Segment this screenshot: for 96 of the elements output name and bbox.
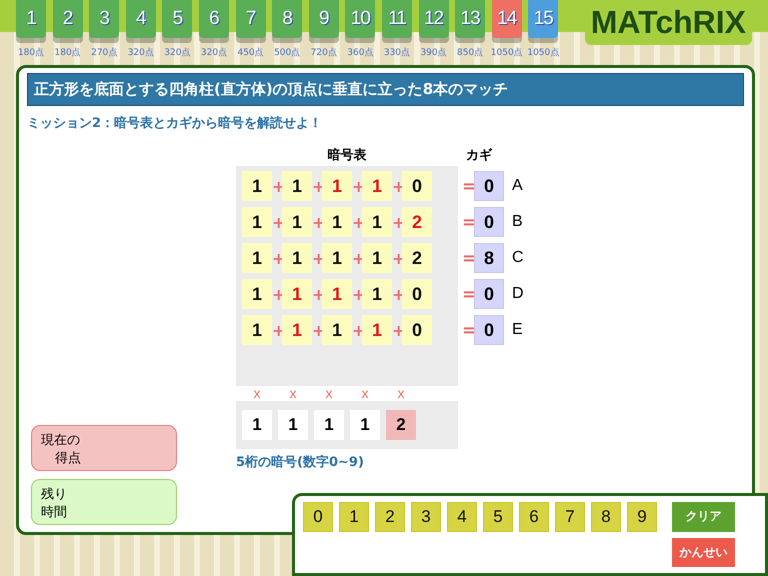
key-heading: カギ bbox=[466, 147, 492, 165]
cipher-cell: 1 bbox=[282, 207, 312, 237]
level-points: 500点 bbox=[274, 46, 300, 59]
digit-key[interactable]: 2 bbox=[375, 502, 405, 532]
level-tab[interactable]: 4 bbox=[126, 0, 156, 38]
level-points: 360点 bbox=[347, 46, 374, 59]
cipher-cell: 1 bbox=[362, 207, 392, 237]
cipher-cell: 2 bbox=[402, 207, 432, 237]
level-tab[interactable]: 14 bbox=[492, 0, 522, 38]
cipher-cell: 1 bbox=[242, 243, 272, 273]
level-points: 320点 bbox=[164, 46, 190, 59]
level-points: 330点 bbox=[384, 46, 410, 59]
cipher-cell: 1 bbox=[322, 171, 352, 201]
level-tab[interactable]: 15 bbox=[528, 0, 558, 38]
digit-key[interactable]: 8 bbox=[591, 502, 621, 532]
level-tab[interactable]: 3 bbox=[89, 0, 120, 38]
answer-digit[interactable]: 1 bbox=[242, 410, 272, 440]
row-label: A bbox=[512, 177, 523, 195]
level-tab[interactable]: 8 bbox=[272, 0, 302, 38]
cipher-cell: 1 bbox=[282, 243, 312, 273]
level-points: 1050点 bbox=[490, 46, 523, 59]
level-tab[interactable]: 6 bbox=[198, 0, 229, 38]
level-points: 850点 bbox=[457, 46, 484, 59]
mission-text: ミッション2：暗号表とカギから暗号を解読せよ！ bbox=[27, 114, 324, 132]
level-tab[interactable]: 5 bbox=[162, 0, 192, 38]
cipher-cell: 1 bbox=[242, 207, 272, 237]
wrong-mark: x bbox=[252, 385, 262, 401]
level-tab[interactable]: 2 bbox=[52, 0, 83, 38]
key-cell: 0 bbox=[474, 315, 504, 345]
key-cell: 0 bbox=[474, 207, 504, 237]
key-cell: 0 bbox=[474, 279, 504, 309]
digit-key[interactable]: 4 bbox=[447, 502, 477, 532]
level-tab[interactable]: 10 bbox=[345, 0, 376, 38]
cipher-cell: 0 bbox=[402, 279, 432, 309]
cipher-cell: 1 bbox=[362, 171, 392, 201]
digit-key[interactable]: 7 bbox=[555, 502, 585, 532]
level-tab[interactable]: 12 bbox=[418, 0, 449, 38]
level-points: 720点 bbox=[310, 46, 337, 59]
level-points: 1050点 bbox=[527, 46, 560, 59]
score-label: 得点 bbox=[54, 450, 82, 467]
wrong-mark: x bbox=[360, 385, 370, 401]
cipher-cell: 1 bbox=[322, 207, 352, 237]
table-heading: 暗号表 bbox=[326, 146, 368, 165]
cipher-cell: 1 bbox=[362, 279, 392, 309]
cipher-cell: 1 bbox=[282, 171, 312, 201]
wrong-mark: x bbox=[324, 385, 334, 401]
submit-button[interactable]: かんせい bbox=[672, 538, 735, 567]
row-label: C bbox=[512, 249, 524, 267]
cipher-cell: 1 bbox=[362, 315, 392, 345]
level-points: 320点 bbox=[200, 46, 228, 59]
cipher-cell: 1 bbox=[242, 279, 272, 309]
cipher-cell: 1 bbox=[242, 315, 272, 345]
answer-digit[interactable]: 1 bbox=[278, 410, 308, 440]
puzzle-title: 正方形を底面とする四角柱(直方体)の頂点に垂直に立った8本のマッチ bbox=[27, 73, 744, 106]
digit-key[interactable]: 6 bbox=[519, 502, 549, 532]
cipher-cell: 1 bbox=[282, 279, 312, 309]
wrong-mark: x bbox=[288, 385, 298, 401]
digit-key[interactable]: 5 bbox=[483, 502, 513, 532]
answer-digit[interactable]: 1 bbox=[350, 410, 380, 440]
level-points: 180点 bbox=[18, 46, 44, 59]
level-points: 390点 bbox=[420, 46, 447, 59]
row-label: B bbox=[512, 213, 523, 231]
level-tab[interactable]: 11 bbox=[382, 0, 412, 38]
digit-key[interactable]: 9 bbox=[627, 502, 657, 532]
level-points: 270点 bbox=[91, 46, 118, 59]
answer-digit[interactable]: 2 bbox=[386, 410, 416, 440]
row-label: D bbox=[512, 285, 524, 303]
key-cell: 0 bbox=[474, 171, 504, 201]
level-tab[interactable]: 1 bbox=[16, 0, 46, 38]
cipher-cell: 1 bbox=[242, 171, 272, 201]
level-tab[interactable]: 13 bbox=[455, 0, 486, 38]
key-cell: 8 bbox=[474, 243, 504, 273]
cipher-cell: 1 bbox=[322, 315, 352, 345]
cipher-cell: 1 bbox=[362, 243, 392, 273]
cipher-cell: 1 bbox=[322, 243, 352, 273]
level-tab[interactable]: 7 bbox=[236, 0, 266, 38]
cipher-cell: 0 bbox=[402, 315, 432, 345]
cipher-cell: 1 bbox=[322, 279, 352, 309]
level-points: 180点 bbox=[54, 46, 81, 59]
wrong-mark: x bbox=[396, 385, 406, 401]
row-label: E bbox=[512, 321, 523, 339]
digit-key[interactable]: 3 bbox=[411, 502, 441, 532]
cipher-cell: 1 bbox=[282, 315, 312, 345]
level-points: 450点 bbox=[237, 46, 264, 59]
answer-note: 5桁の暗号(数字0~9) bbox=[236, 454, 365, 471]
time-label: 残り bbox=[41, 486, 68, 503]
time-label: 時間 bbox=[41, 504, 68, 521]
digit-key[interactable]: 0 bbox=[303, 502, 333, 532]
score-label: 現在の bbox=[41, 432, 81, 449]
answer-digit[interactable]: 1 bbox=[314, 410, 344, 440]
clear-button[interactable]: クリア bbox=[672, 502, 735, 532]
cipher-cell: 2 bbox=[402, 243, 432, 273]
level-points: 320点 bbox=[128, 46, 154, 59]
level-tab[interactable]: 9 bbox=[308, 0, 339, 38]
digit-key[interactable]: 1 bbox=[339, 502, 369, 532]
cipher-cell: 0 bbox=[402, 171, 432, 201]
